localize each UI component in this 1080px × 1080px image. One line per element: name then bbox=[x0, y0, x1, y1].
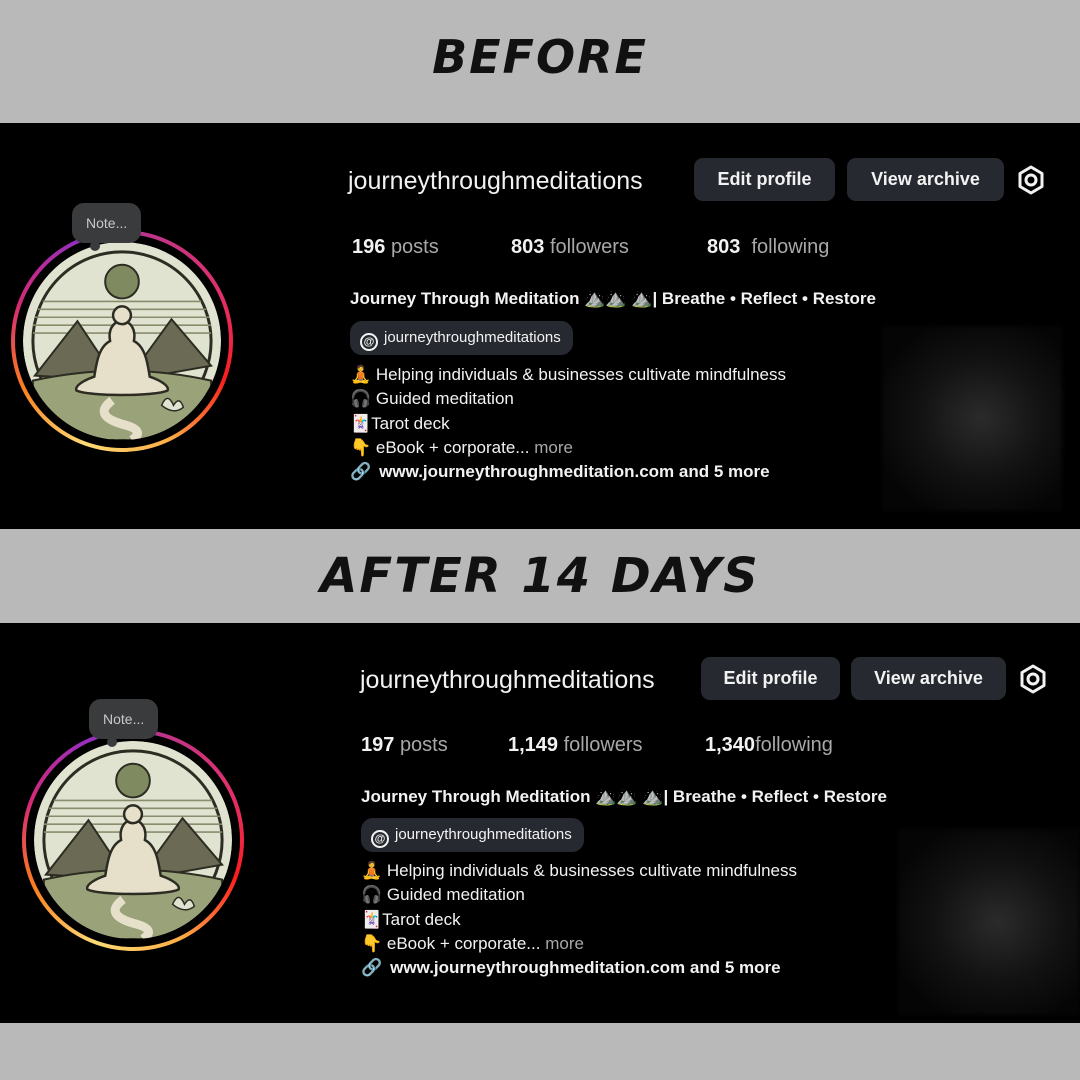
bio-more-link[interactable]: more bbox=[534, 438, 573, 457]
after-heading: After 14 days bbox=[320, 548, 760, 604]
edit-profile-button[interactable]: Edit profile bbox=[701, 657, 840, 700]
avatar[interactable] bbox=[22, 729, 244, 951]
link-icon: 🔗 bbox=[350, 462, 372, 482]
edit-profile-button[interactable]: Edit profile bbox=[694, 158, 835, 201]
note-bubble[interactable]: Note... bbox=[89, 699, 159, 747]
full-name: Journey Through Meditation ⛰️⛰️ ⛰️| Brea… bbox=[350, 289, 877, 308]
blurred-overlay bbox=[882, 326, 1062, 511]
following-stat[interactable]: 1,340following bbox=[705, 734, 833, 757]
bio-line: 👇 eBook + corporate... more bbox=[361, 933, 584, 953]
settings-gear-icon[interactable] bbox=[1015, 164, 1047, 196]
followers-stat[interactable]: 1,149 followers bbox=[508, 734, 643, 757]
following-stat[interactable]: 803 following bbox=[707, 236, 829, 259]
bio-line: 🧘 Helping individuals & businesses culti… bbox=[361, 861, 797, 880]
threads-icon: @ bbox=[371, 830, 389, 848]
bio-link[interactable]: 🔗 www.journeythroughmeditation.com and 5 … bbox=[350, 460, 786, 484]
bio-line: 🎧 Guided meditation bbox=[350, 389, 514, 409]
view-archive-button[interactable]: View archive bbox=[847, 158, 1004, 201]
username: journeythroughmeditations bbox=[360, 666, 655, 694]
profile-header-after: Note... journeythroughmeditations Edit p… bbox=[0, 623, 1080, 1023]
bio-link[interactable]: 🔗 www.journeythroughmeditation.com and 5 … bbox=[361, 956, 797, 980]
bio-line: 🃏Tarot deck bbox=[361, 909, 461, 929]
threads-handle: journeythroughmeditations bbox=[384, 329, 561, 346]
bio-line: 🎧 Guided meditation bbox=[361, 885, 525, 905]
avatar[interactable] bbox=[11, 230, 233, 452]
posts-stat[interactable]: 196 posts bbox=[352, 236, 439, 259]
bio: 🧘 Helping individuals & businesses culti… bbox=[350, 363, 786, 484]
threads-badge[interactable]: @ journeythroughmeditations bbox=[350, 321, 573, 355]
threads-icon: @ bbox=[360, 333, 378, 351]
posts-stat[interactable]: 197 posts bbox=[361, 734, 448, 757]
threads-badge[interactable]: @ journeythroughmeditations bbox=[361, 818, 584, 852]
bio-more-link[interactable]: more bbox=[545, 934, 584, 953]
bio: 🧘 Helping individuals & businesses culti… bbox=[361, 859, 797, 980]
meditation-logo-icon bbox=[34, 741, 232, 939]
before-heading: Before bbox=[432, 30, 648, 84]
full-name: Journey Through Meditation ⛰️⛰️ ⛰️| Brea… bbox=[361, 787, 888, 806]
view-archive-button[interactable]: View archive bbox=[851, 657, 1006, 700]
note-bubble[interactable]: Note... bbox=[72, 203, 142, 251]
bio-line: 🧘 Helping individuals & businesses culti… bbox=[350, 365, 786, 384]
followers-stat[interactable]: 803 followers bbox=[511, 236, 629, 259]
meditation-logo-icon bbox=[23, 242, 221, 440]
link-icon: 🔗 bbox=[361, 958, 383, 978]
bio-line: 👇 eBook + corporate... more bbox=[350, 437, 573, 457]
bio-line: 🃏Tarot deck bbox=[350, 413, 450, 433]
blurred-overlay bbox=[898, 829, 1080, 1015]
username: journeythroughmeditations bbox=[348, 167, 643, 195]
threads-handle: journeythroughmeditations bbox=[395, 826, 572, 843]
settings-gear-icon[interactable] bbox=[1017, 663, 1049, 695]
profile-header-before: Note... journeythroughmeditations Edit p… bbox=[0, 123, 1080, 529]
